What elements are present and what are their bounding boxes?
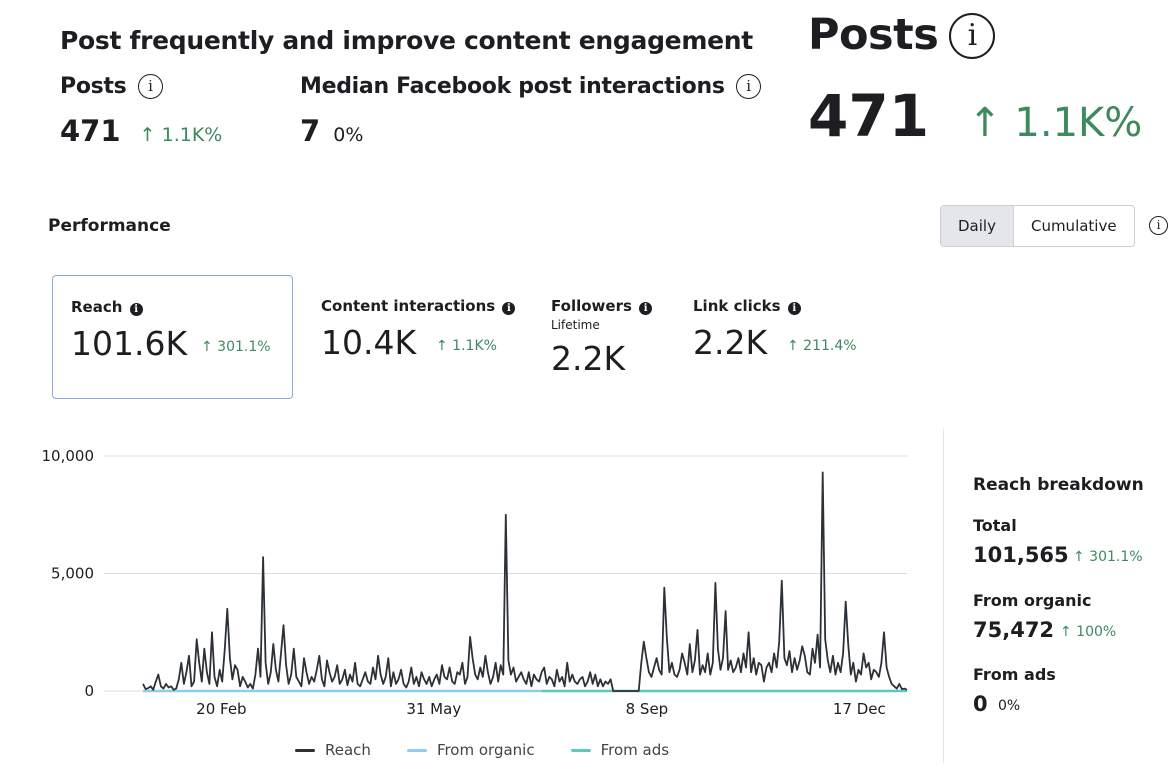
metric-value: 2.2K bbox=[693, 323, 768, 362]
metric-title-text: Followers bbox=[551, 297, 632, 315]
median-interactions-label-text: Median Facebook post interactions bbox=[300, 74, 725, 99]
metric-value: 10.4K bbox=[321, 323, 417, 362]
x-tick-label: 31 May bbox=[406, 700, 461, 718]
metric-value: 101.6K bbox=[71, 324, 188, 363]
median-interactions-label: Median Facebook post interactions i bbox=[300, 74, 761, 99]
summary-headline: Post frequently and improve content enga… bbox=[60, 26, 753, 55]
legend-swatch bbox=[295, 748, 315, 752]
y-tick-label: 10,000 bbox=[42, 447, 95, 465]
metric-delta: ↑ 211.4% bbox=[787, 338, 857, 354]
chart-legend: Reach From organic From ads bbox=[295, 741, 705, 759]
breakdown-organic-delta: ↑ 100% bbox=[1060, 624, 1117, 640]
info-icon[interactable]: i bbox=[735, 74, 761, 99]
breakdown-title: Reach breakdown bbox=[973, 475, 1144, 495]
breakdown-total-delta: ↑ 301.1% bbox=[1073, 549, 1143, 565]
breakdown-organic-value: 75,472 bbox=[973, 618, 1055, 642]
info-icon[interactable]: i bbox=[949, 13, 996, 59]
metric-title-text: Reach bbox=[71, 298, 123, 316]
legend-item-organic[interactable]: From organic bbox=[406, 741, 535, 759]
metric-title: Content interactions i bbox=[321, 297, 516, 315]
metric-card-reach[interactable]: Reach i 101.6K ↑ 301.1% bbox=[52, 275, 293, 399]
legend-label: From ads bbox=[600, 741, 670, 759]
metric-card-content-interactions[interactable]: Content interactions i 10.4K ↑ 1.1K% bbox=[303, 275, 523, 399]
metric-title: Followers i bbox=[551, 297, 653, 315]
legend-label: Reach bbox=[325, 741, 371, 759]
y-tick-label: 0 bbox=[84, 682, 94, 700]
zoomed-posts-label-text: Posts bbox=[808, 10, 939, 60]
info-icon[interactable]: i bbox=[137, 74, 163, 99]
performance-title: Performance bbox=[48, 216, 171, 236]
posts-label: Posts i bbox=[60, 74, 163, 99]
breakdown-organic-label: From organic bbox=[973, 591, 1092, 610]
metric-card-link-clicks[interactable]: Link clicks i 2.2K ↑ 211.4% bbox=[675, 275, 895, 399]
cumulative-toggle[interactable]: Cumulative bbox=[1014, 206, 1134, 246]
info-icon[interactable]: i bbox=[1149, 216, 1168, 235]
zoomed-posts-delta: ↑ 1.1K% bbox=[968, 100, 1143, 146]
breakdown-total-value: 101,565 bbox=[973, 543, 1069, 567]
breakdown-ads-delta: 0% bbox=[998, 698, 1021, 714]
y-tick-label: 5,000 bbox=[51, 565, 94, 583]
metric-card-followers[interactable]: Followers i Lifetime 2.2K bbox=[533, 275, 673, 399]
legend-swatch bbox=[570, 748, 591, 752]
posts-label-text: Posts bbox=[60, 74, 127, 99]
zoomed-posts-stat: 471 ↑ 1.1K% bbox=[808, 82, 1142, 150]
median-interactions-value: 7 bbox=[300, 114, 321, 148]
posts-delta: ↑ 1.1K% bbox=[139, 124, 223, 146]
metric-title: Link clicks i bbox=[693, 297, 801, 315]
breakdown-divider bbox=[943, 428, 944, 763]
daily-toggle[interactable]: Daily bbox=[941, 206, 1014, 246]
breakdown-total-label: Total bbox=[973, 516, 1017, 535]
zoomed-posts-value: 471 bbox=[808, 82, 930, 150]
metric-title-text: Link clicks bbox=[693, 297, 781, 315]
breakdown-ads-label: From ads bbox=[973, 665, 1056, 684]
info-icon[interactable]: i bbox=[502, 302, 516, 315]
metric-value: 2.2K bbox=[551, 339, 626, 378]
series-line-reach bbox=[142, 471, 908, 692]
x-tick-label: 17 Dec bbox=[833, 700, 886, 718]
info-icon[interactable]: i bbox=[639, 302, 653, 315]
x-tick-label: 8 Sep bbox=[626, 700, 669, 718]
zoomed-posts-label: Posts i bbox=[808, 10, 996, 60]
view-toggle: Daily Cumulative bbox=[940, 205, 1135, 247]
metric-title: Reach i bbox=[71, 298, 143, 316]
metric-sublabel: Lifetime bbox=[551, 318, 600, 332]
legend-item-reach[interactable]: Reach bbox=[295, 741, 371, 759]
legend-label: From organic bbox=[436, 741, 535, 759]
posts-stat: 471 ↑ 1.1K% bbox=[60, 114, 222, 148]
median-interactions-delta: 0% bbox=[333, 124, 364, 146]
reach-chart: 10,000 5,000 0 20 Feb 31 May 8 Sep 17 Dec bbox=[42, 447, 908, 718]
metric-delta: ↑ 1.1K% bbox=[436, 338, 497, 354]
posts-value: 471 bbox=[60, 114, 121, 148]
info-icon[interactable]: i bbox=[129, 303, 143, 316]
median-interactions-stat: 7 0% bbox=[300, 114, 363, 148]
legend-item-ads[interactable]: From ads bbox=[570, 741, 670, 759]
x-tick-label: 20 Feb bbox=[196, 700, 246, 718]
metric-title-text: Content interactions bbox=[321, 297, 496, 315]
info-icon[interactable]: i bbox=[787, 302, 801, 315]
legend-swatch bbox=[406, 748, 427, 752]
metric-delta: ↑ 301.1% bbox=[201, 339, 271, 355]
breakdown-ads-value: 0 bbox=[973, 692, 988, 716]
